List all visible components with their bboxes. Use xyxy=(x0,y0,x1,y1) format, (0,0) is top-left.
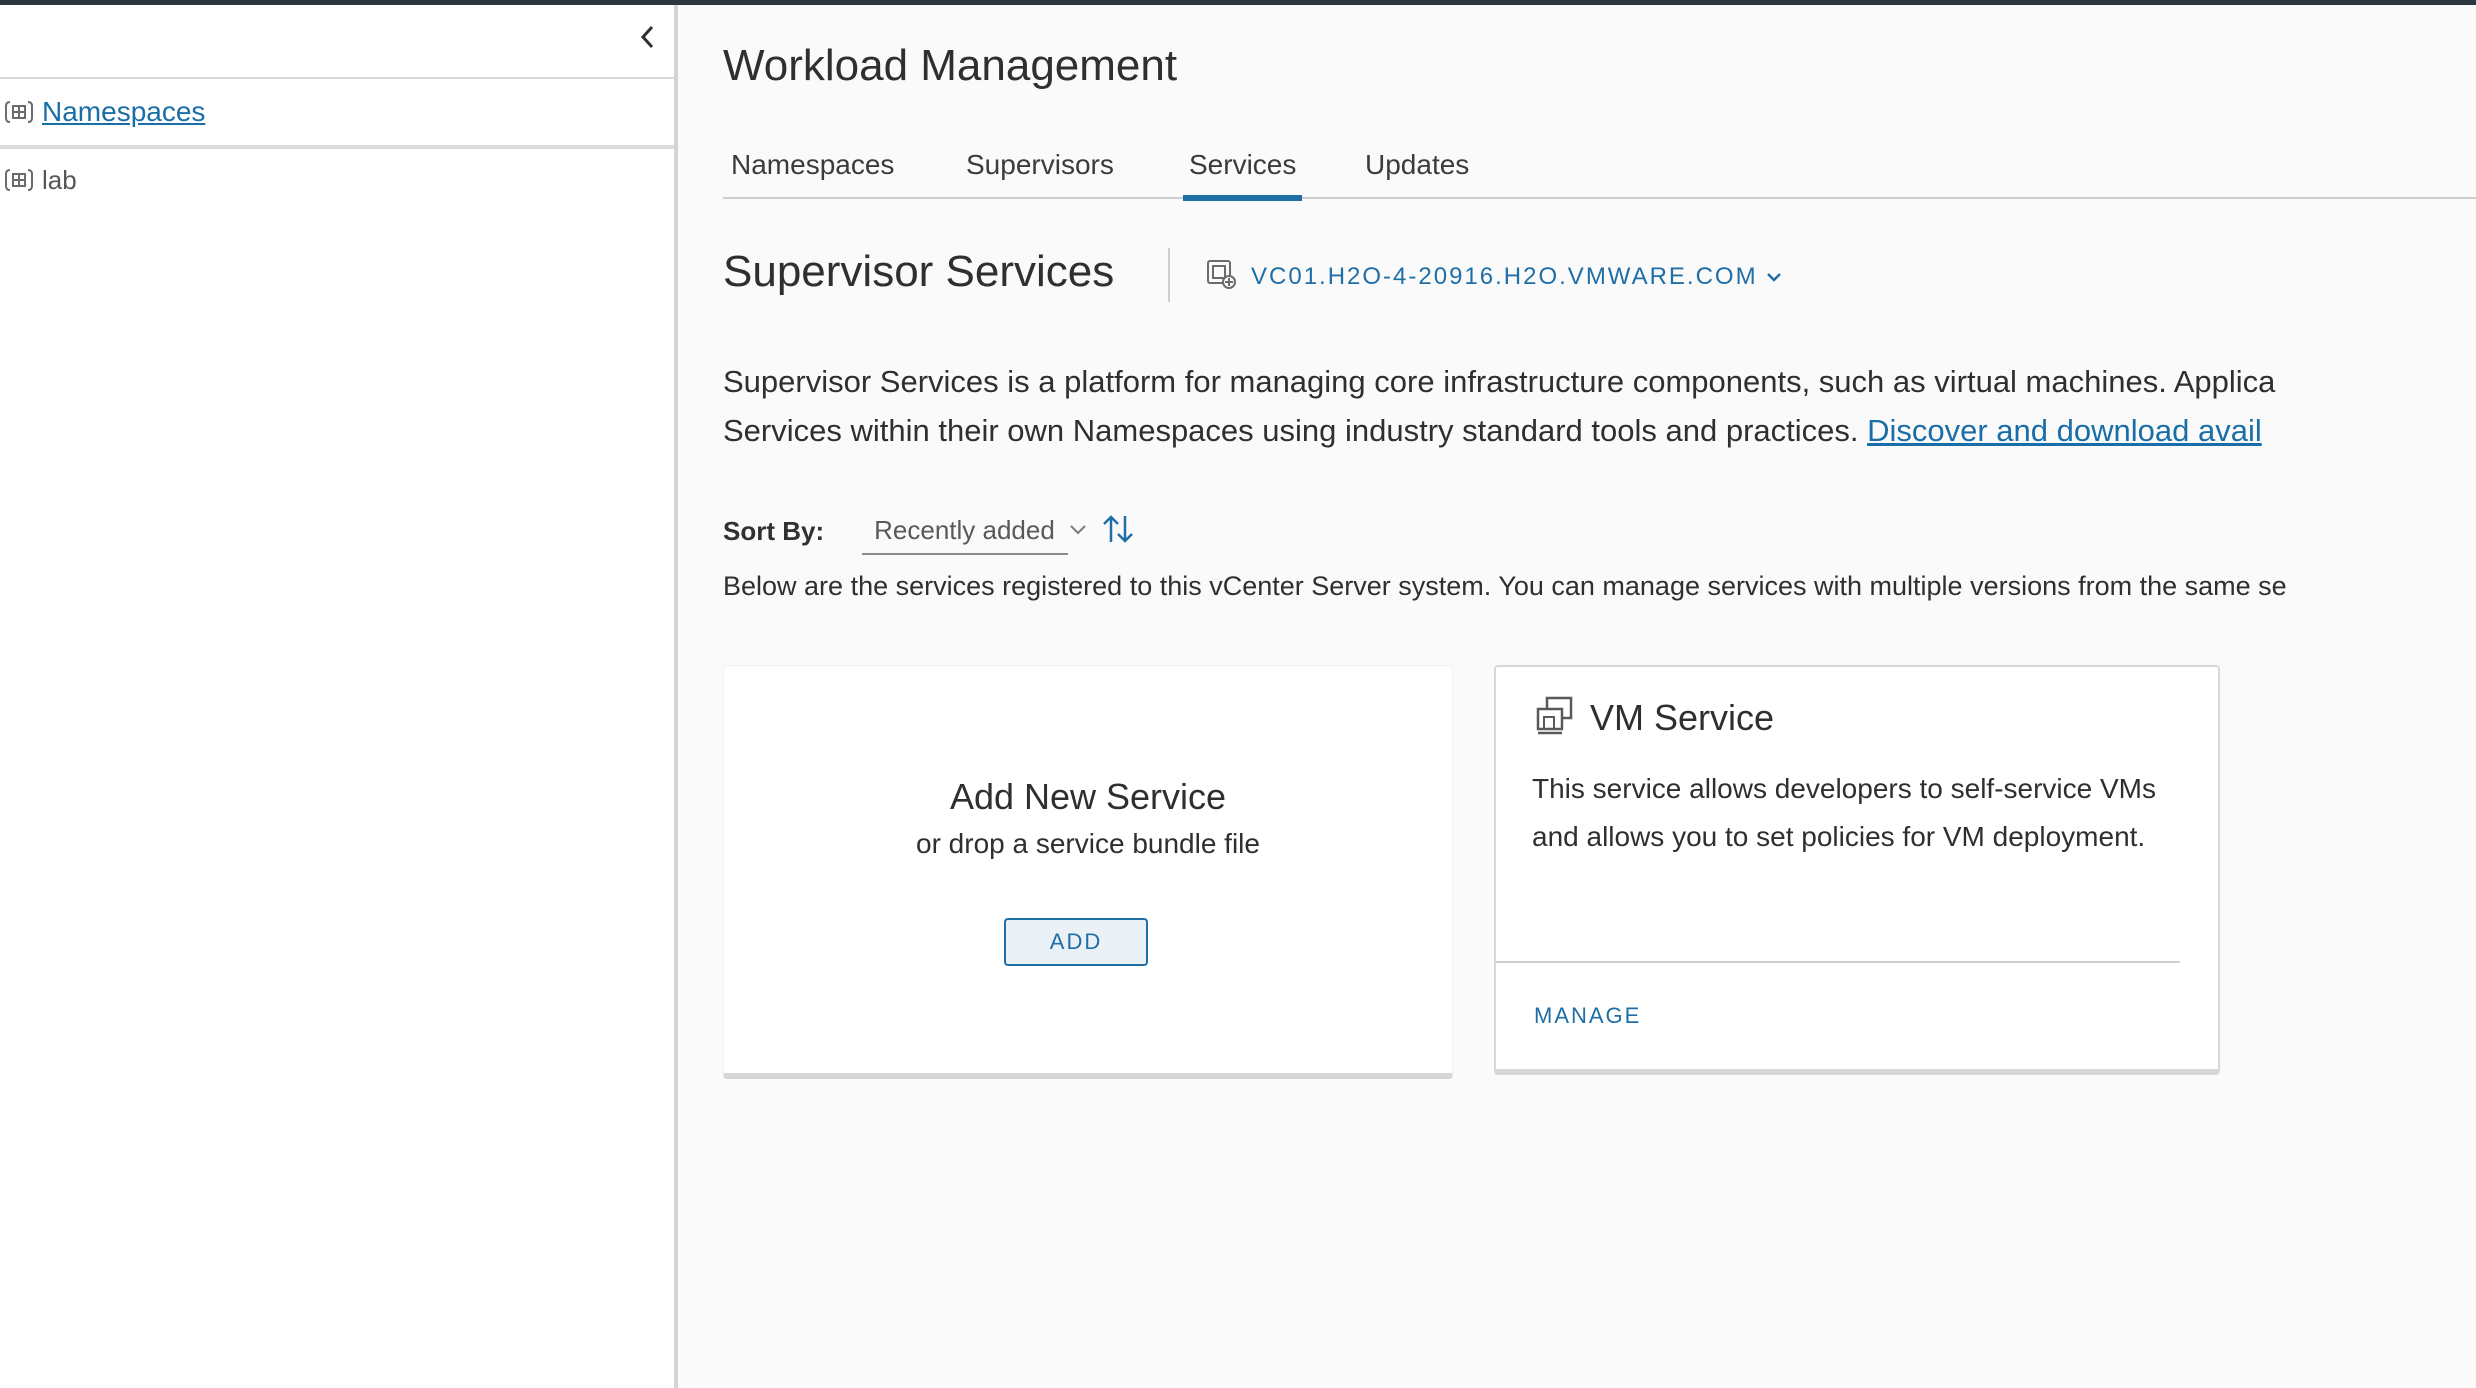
chevron-down-icon xyxy=(1069,524,1087,536)
tree-node-namespaces[interactable]: Namespaces xyxy=(0,79,674,149)
tab-updates[interactable]: Updates xyxy=(1359,149,1475,181)
chevron-down-icon xyxy=(1766,271,1782,283)
registered-services-info: Below are the services registered to thi… xyxy=(723,571,2287,601)
tree-label-lab: lab xyxy=(42,164,77,195)
add-service-subtitle: or drop a service bundle file xyxy=(916,828,1260,859)
sort-order-button[interactable] xyxy=(1098,511,1138,551)
vm-service-title: VM Service xyxy=(1590,697,1775,738)
main-content: Workload Management Namespaces Superviso… xyxy=(723,5,2476,1388)
description-line-2-text: Services within their own Namespaces usi… xyxy=(723,413,1868,448)
page-title: Workload Management xyxy=(723,41,1178,90)
tab-supervisors[interactable]: Supervisors xyxy=(960,149,1120,181)
vm-service-icon xyxy=(1534,695,1576,742)
discover-download-link[interactable]: Discover and download avail xyxy=(1867,413,2262,448)
sort-row: Sort By: Recently added xyxy=(723,505,1138,557)
sort-label: Sort By: xyxy=(723,515,825,546)
sort-value: Recently added xyxy=(874,514,1055,545)
vcenter-selector[interactable]: VC01.H2O-4-20916.H2O.VMWARE.COM xyxy=(1205,257,1782,297)
title-divider xyxy=(1168,248,1170,302)
tree-node-lab[interactable]: lab xyxy=(0,149,674,211)
tab-bar: Namespaces Supervisors Services Updates xyxy=(723,135,2476,201)
sidebar-header xyxy=(0,5,674,79)
namespace-icon xyxy=(4,100,34,124)
add-service-button[interactable]: ADD xyxy=(1004,918,1148,966)
add-service-card[interactable]: Add New Service or drop a service bundle… xyxy=(723,665,1453,1079)
vm-service-header: VM Service xyxy=(1534,693,1774,743)
namespace-icon xyxy=(4,168,34,192)
tab-services[interactable]: Services xyxy=(1183,149,1303,201)
section-title: Supervisor Services xyxy=(723,247,1115,296)
vcenter-icon xyxy=(1205,258,1239,297)
manage-button[interactable]: MANAGE xyxy=(1534,1003,1641,1029)
sidebar: Namespaces lab xyxy=(0,5,678,1388)
chevron-left-icon xyxy=(639,24,657,55)
card-divider xyxy=(1496,961,2180,963)
services-description: Supervisor Services is a platform for ma… xyxy=(723,357,2476,455)
description-line-1: Supervisor Services is a platform for ma… xyxy=(723,364,2276,399)
tab-namespaces[interactable]: Namespaces xyxy=(725,149,900,181)
tree-label-namespaces[interactable]: Namespaces xyxy=(42,96,205,128)
add-service-title: Add New Service xyxy=(949,776,1227,817)
vm-service-card: VM Service This service allows developer… xyxy=(1494,665,2220,1075)
description-line-2: Services within their own Namespaces usi… xyxy=(723,406,2476,455)
vcenter-name[interactable]: VC01.H2O-4-20916.H2O.VMWARE.COM xyxy=(1251,263,1758,291)
sort-select[interactable]: Recently added xyxy=(862,507,1086,555)
sort-order-icon xyxy=(1100,513,1136,550)
collapse-sidebar-button[interactable] xyxy=(632,23,664,55)
vm-service-description: This service allows developers to self-s… xyxy=(1532,773,2156,852)
